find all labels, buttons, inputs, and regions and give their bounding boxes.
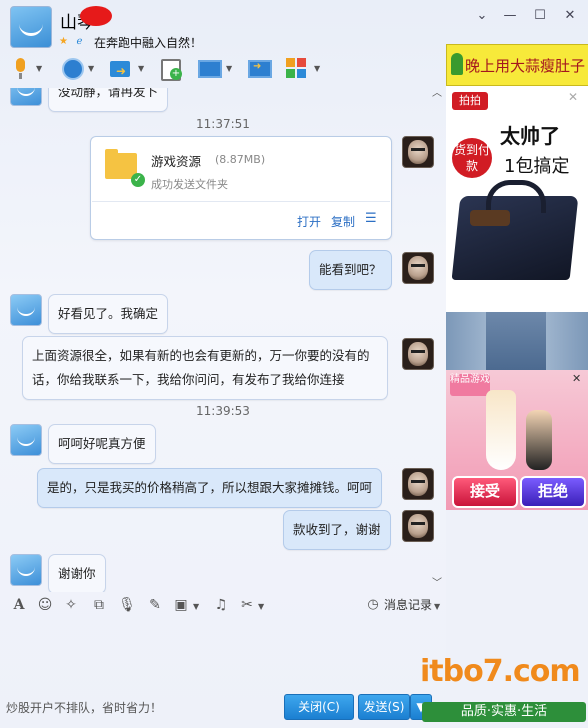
plant-icon: [451, 53, 463, 75]
check-icon: ✓: [131, 173, 145, 187]
open-file-link[interactable]: 打开: [297, 213, 321, 230]
menu-button[interactable]: ⌄: [470, 6, 494, 26]
divider: [92, 201, 390, 202]
clock-icon[interactable]: ◷: [364, 596, 382, 614]
friend-avatar[interactable]: [10, 424, 42, 456]
file-name: 游戏资源: [151, 154, 202, 169]
chevron-down-icon[interactable]: ▼: [88, 64, 94, 73]
timestamp: 11:39:53: [196, 404, 250, 418]
ad-subline: 1包搞定: [504, 156, 570, 177]
chevron-down-icon[interactable]: ▼: [36, 64, 42, 73]
message-bubble: 没动静，请冉发卜: [48, 88, 169, 112]
jeans-image: [486, 312, 546, 370]
ad-tip-link[interactable]: 炒股开户不排队，省时省力！: [6, 699, 162, 716]
my-avatar[interactable]: [402, 338, 434, 370]
groom-image: [526, 410, 552, 470]
scroll-down-icon[interactable]: ﹀: [432, 574, 442, 589]
format-toolbar: A ☺ ✧ ⧉ 🎙 ✎ ▣ ▼ ♫ ✂ ▼ ◷ 消息记录 ▼: [0, 592, 446, 618]
ad-headline: 太帅了: [500, 124, 560, 148]
chevron-down-icon[interactable]: ▼: [258, 602, 264, 611]
chevron-down-icon[interactable]: ▼: [314, 64, 320, 73]
message-bubble: 好看见了。我确定: [48, 294, 169, 334]
paipai-badge: 拍拍: [452, 92, 488, 110]
ad-text: 晚上用大蒜瘦肚子: [465, 57, 586, 75]
share-screen-icon[interactable]: ➜: [246, 56, 272, 82]
message-bubble: 能看到吧？: [309, 250, 392, 290]
ad-image-strip[interactable]: [446, 312, 588, 370]
message-history-button[interactable]: 消息记录: [384, 596, 432, 613]
file-size: (8.87MB): [215, 153, 266, 166]
message-bubble: 是的，只是我买的价格稍高了，所以想跟大家摊摊钱。呵呵: [37, 468, 383, 508]
my-avatar[interactable]: [402, 468, 434, 500]
image-icon[interactable]: ▣: [172, 596, 190, 614]
game-ad[interactable]: 精品游戏 ✕ 接受 拒绝: [446, 370, 588, 510]
message-bubble: 呵呵好呢真方便: [48, 424, 156, 464]
text-ad-banner[interactable]: 晚上用大蒜瘦肚子: [446, 44, 588, 86]
my-avatar[interactable]: [402, 136, 434, 168]
send-file-icon[interactable]: ➜: [108, 56, 134, 82]
font-icon[interactable]: A: [10, 596, 28, 614]
minimize-button[interactable]: —: [498, 6, 522, 26]
side-panel: [446, 510, 588, 728]
emoji-icon[interactable]: ☺: [36, 596, 54, 614]
apps-icon[interactable]: [284, 56, 310, 82]
chevron-down-icon[interactable]: ▼: [193, 602, 199, 611]
music-icon[interactable]: ♫: [212, 596, 230, 614]
magic-icon[interactable]: ✧: [62, 596, 80, 614]
friend-avatar[interactable]: [10, 554, 42, 586]
message-bubble: 上面资源很全，如果有新的也会有更新的，万一你要的没有的话，你给我联系一下，我给你…: [22, 336, 388, 400]
reject-button[interactable]: 拒绝: [520, 476, 586, 508]
my-avatar[interactable]: [402, 252, 434, 284]
message-bubble: 款收到了，谢谢: [283, 510, 391, 550]
bag-handle: [486, 180, 546, 213]
scroll-up-icon[interactable]: ︿: [432, 84, 442, 99]
close-button[interactable]: 关闭(C): [284, 694, 354, 720]
accept-button[interactable]: 接受: [452, 476, 518, 508]
timestamp: 11:37:51: [196, 117, 250, 131]
status-message: 在奔跑中融入自然！: [94, 36, 203, 50]
menu-icon[interactable]: ☰: [365, 211, 377, 226]
qzone-icon[interactable]: ℯ: [74, 36, 85, 47]
close-ad-icon[interactable]: ✕: [568, 90, 578, 104]
friend-avatar[interactable]: [10, 294, 42, 326]
close-window-button[interactable]: ✕: [558, 6, 582, 26]
file-status: 成功发送文件夹: [151, 178, 228, 191]
microphone-icon[interactable]: [8, 56, 34, 82]
camera-icon[interactable]: [58, 56, 84, 82]
add-contact-icon[interactable]: +: [158, 56, 184, 82]
belt-image: [470, 210, 510, 226]
message-input[interactable]: [0, 618, 446, 690]
product-ad[interactable]: 拍拍 ✕ 货到付款 太帅了 1包搞定: [446, 86, 588, 312]
scissors-icon[interactable]: ✂: [238, 596, 256, 614]
watermark-slogan: 品质·实惠·生活: [422, 702, 586, 722]
my-avatar[interactable]: [402, 510, 434, 542]
friend-avatar[interactable]: [10, 88, 42, 106]
watermark-logo: itbo7.com: [420, 654, 581, 689]
star-icon: ★: [59, 36, 68, 47]
contact-avatar[interactable]: [10, 6, 52, 48]
screenshot-icon[interactable]: ⧉: [90, 596, 108, 614]
send-button[interactable]: 发送(S): [358, 694, 410, 720]
file-transfer-card: ✓ 游戏资源 (8.87MB) 成功发送文件夹 打开 复制 ☰: [90, 136, 392, 240]
remote-desktop-icon[interactable]: [196, 56, 222, 82]
edit-icon[interactable]: ✎: [146, 596, 164, 614]
chat-history[interactable]: 没动静，请冉发卜 11:37:51 ✓ 游戏资源 (8.87MB) 成功发送文件…: [0, 88, 446, 592]
game-badge: 精品游戏: [450, 374, 490, 396]
maximize-button[interactable]: ☐: [528, 6, 552, 26]
cod-badge: 货到付款: [452, 138, 492, 178]
chevron-down-icon[interactable]: ▼: [434, 602, 440, 611]
close-ad-icon[interactable]: ✕: [572, 372, 581, 385]
chevron-down-icon[interactable]: ▼: [138, 64, 144, 73]
bride-image: [486, 390, 516, 470]
voice-icon[interactable]: 🎙: [118, 596, 136, 614]
toolbar: ▼ ▼ ➜ ▼ + ▼ ➜ ▼: [0, 52, 446, 84]
chevron-down-icon[interactable]: ▼: [226, 64, 232, 73]
message-bubble: 谢谢你: [48, 554, 106, 592]
name-redaction: [80, 6, 112, 26]
copy-file-link[interactable]: 复制: [331, 213, 355, 230]
